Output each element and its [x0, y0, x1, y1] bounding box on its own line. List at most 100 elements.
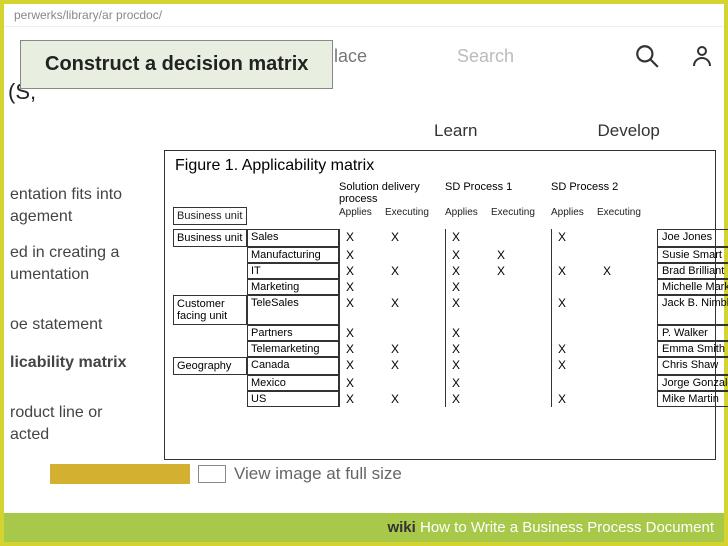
x-cell: X — [445, 295, 491, 325]
x-cell: X — [385, 341, 445, 357]
x-cell: X — [339, 391, 385, 407]
person-cell: Chris Shaw — [657, 357, 728, 375]
x-cell — [597, 229, 657, 247]
table-row: Customer facing unitTeleSalesXXXXJack B.… — [173, 295, 707, 325]
x-cell — [551, 247, 597, 263]
x-cell: X — [445, 263, 491, 279]
x-cell — [597, 295, 657, 325]
x-cell: X — [551, 391, 597, 407]
x-cell — [491, 325, 551, 341]
x-cell — [551, 279, 597, 295]
x-cell: X — [491, 247, 551, 263]
subnav-learn[interactable]: Learn — [434, 121, 477, 141]
footer-wiki: wiki — [387, 519, 415, 536]
table-row: MarketingXXMichelle Marketing — [173, 279, 707, 295]
x-cell: X — [491, 263, 551, 279]
x-cell — [491, 295, 551, 325]
table-row: Business unitSalesXXXXJoe Jones — [173, 229, 707, 247]
nav-marketplace[interactable]: lace — [334, 46, 367, 67]
person-cell: Jorge Gonzales — [657, 375, 728, 391]
person-cell: Susie Smart — [657, 247, 728, 263]
profile-icon[interactable] — [690, 44, 714, 68]
x-cell — [491, 341, 551, 357]
x-cell — [597, 247, 657, 263]
row-item: US — [247, 391, 339, 407]
row-item: IT — [247, 263, 339, 279]
x-cell: X — [445, 391, 491, 407]
url-bar[interactable]: perwerks/library/ar procdoc/ — [4, 4, 724, 27]
search-area: Search — [457, 43, 660, 69]
x-cell — [491, 375, 551, 391]
search-icon[interactable] — [634, 43, 660, 69]
table-row: USXXXXMike Martin — [173, 391, 707, 407]
x-cell — [491, 357, 551, 375]
row-item: Manufacturing — [247, 247, 339, 263]
table-row: TelemarketingXXXXEmma Smith — [173, 341, 707, 357]
x-cell: X — [339, 325, 385, 341]
view-thumbnail-icon[interactable] — [198, 465, 226, 483]
instruction-callout: Construct a decision matrix — [20, 40, 333, 89]
x-cell: X — [551, 229, 597, 247]
group-label: Customer facing unit — [173, 295, 247, 325]
x-cell: X — [551, 295, 597, 325]
x-cell — [597, 325, 657, 341]
row-item: Canada — [247, 357, 339, 375]
row-item: Marketing — [247, 279, 339, 295]
left-text-3: oe statement — [10, 314, 103, 336]
x-cell: X — [445, 325, 491, 341]
x-cell: X — [339, 375, 385, 391]
table-row: GeographyCanadaXXXXChris Shaw — [173, 357, 707, 375]
table-row: ITXXXXXXBrad Brilliant — [173, 263, 707, 279]
x-cell — [551, 325, 597, 341]
x-cell — [597, 279, 657, 295]
mustard-bar — [50, 464, 190, 484]
footer-bar: wiki How to Write a Business Process Doc… — [4, 513, 724, 542]
left-text-4: licability matrix — [10, 352, 127, 374]
x-cell — [597, 391, 657, 407]
x-cell — [597, 375, 657, 391]
x-cell: X — [445, 341, 491, 357]
x-cell: X — [339, 229, 385, 247]
view-full-size-link[interactable]: View image at full size — [234, 464, 402, 484]
x-cell — [385, 325, 445, 341]
figure-title: Figure 1. Applicability matrix — [165, 151, 715, 179]
x-cell: X — [339, 263, 385, 279]
matrix-process-headers: Solution delivery process SD Process 1 S… — [173, 179, 707, 205]
x-cell — [491, 229, 551, 247]
row-item: Partners — [247, 325, 339, 341]
x-cell — [385, 279, 445, 295]
table-row: ManufacturingXXXSusie Smart — [173, 247, 707, 263]
view-full-size-row: View image at full size — [50, 464, 402, 484]
group-label: Business unit — [173, 229, 247, 247]
subnav-develop[interactable]: Develop — [597, 121, 659, 141]
figure-applicability-matrix: Figure 1. Applicability matrix Solution … — [164, 150, 716, 460]
x-cell — [385, 247, 445, 263]
left-text-1: entation fits intoagement — [10, 184, 122, 227]
left-text-5: roduct line oracted — [10, 402, 103, 445]
x-cell: X — [339, 295, 385, 325]
x-cell — [597, 341, 657, 357]
x-cell: X — [339, 357, 385, 375]
x-cell: X — [385, 295, 445, 325]
person-cell: Michelle Marketing — [657, 279, 728, 295]
x-cell: X — [597, 263, 657, 279]
left-text-2: ed in creating aumentation — [10, 242, 119, 285]
person-cell: Brad Brilliant — [657, 263, 728, 279]
row-item: Sales — [247, 229, 339, 247]
row-item: Mexico — [247, 375, 339, 391]
x-cell: X — [551, 263, 597, 279]
person-cell: Jack B. Nimble — [657, 295, 728, 325]
x-cell — [385, 375, 445, 391]
search-input[interactable]: Search — [457, 46, 514, 67]
x-cell: X — [445, 247, 491, 263]
x-cell: X — [445, 229, 491, 247]
x-cell: X — [385, 357, 445, 375]
sub-nav: Learn Develop C — [424, 113, 724, 155]
matrix-sub-headers: Business unit AppliesExecuting AppliesEx… — [173, 205, 707, 229]
table-row: MexicoXXJorge Gonzales — [173, 375, 707, 391]
x-cell: X — [339, 247, 385, 263]
x-cell: X — [445, 279, 491, 295]
x-cell — [597, 357, 657, 375]
x-cell: X — [385, 391, 445, 407]
x-cell — [551, 375, 597, 391]
